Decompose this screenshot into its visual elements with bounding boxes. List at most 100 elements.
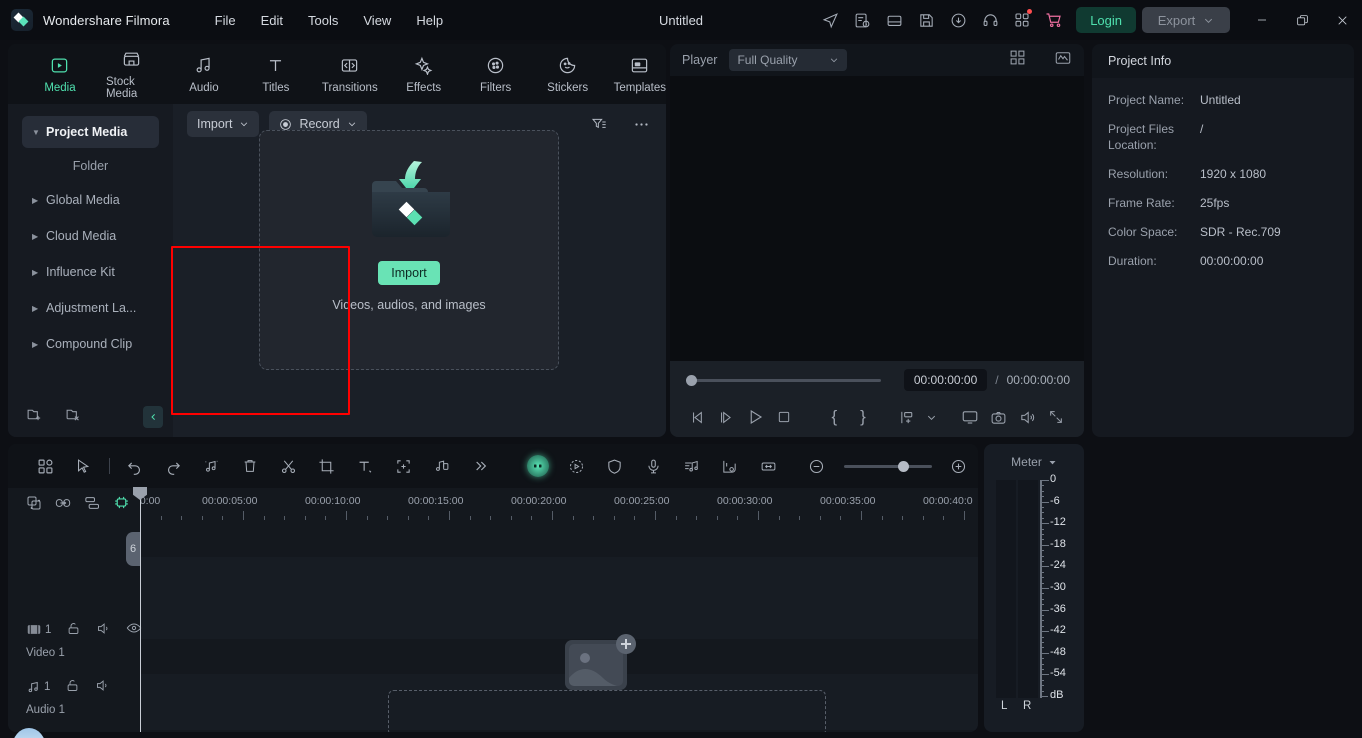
ai-tools-icon[interactable] xyxy=(519,455,557,477)
cloud-download-icon[interactable] xyxy=(942,4,974,36)
prev-frame-icon[interactable] xyxy=(684,409,713,426)
marker-icon[interactable] xyxy=(711,458,749,475)
arrange-icon[interactable] xyxy=(84,495,101,516)
zoom-out-icon[interactable] xyxy=(797,458,835,475)
video-track-lane[interactable] xyxy=(140,557,978,639)
tab-titles[interactable]: Titles xyxy=(250,55,302,94)
zoom-slider-knob[interactable] xyxy=(897,460,909,472)
send-icon[interactable] xyxy=(814,4,846,36)
quality-select[interactable]: Full Quality xyxy=(729,49,848,71)
more-options-icon[interactable] xyxy=(633,116,650,133)
sidebar-item-cloud-media[interactable]: ▶ Cloud Media xyxy=(22,220,159,252)
cart-icon[interactable] xyxy=(1038,4,1070,36)
grid-view-icon[interactable] xyxy=(1009,49,1026,71)
lock-icon[interactable] xyxy=(65,678,80,696)
screen-icon[interactable] xyxy=(956,408,985,426)
timeline-dropzone[interactable] xyxy=(388,690,826,732)
stop-icon[interactable] xyxy=(770,409,799,425)
playhead-badge[interactable]: 6 xyxy=(126,532,140,566)
new-folder-icon[interactable] xyxy=(26,406,43,428)
chevron-down-icon[interactable] xyxy=(922,412,942,423)
info-value: Untitled xyxy=(1200,93,1241,107)
fit-icon[interactable] xyxy=(749,458,787,475)
mute-icon[interactable] xyxy=(95,678,110,696)
headset-icon[interactable] xyxy=(974,4,1006,36)
tab-stickers[interactable]: Stickers xyxy=(542,55,594,94)
next-frame-icon[interactable] xyxy=(713,409,742,426)
sidebar-item-influence-kit[interactable]: ▶ Influence Kit xyxy=(22,256,159,288)
mark-in-icon[interactable]: { xyxy=(820,407,849,427)
menu-item-view[interactable]: View xyxy=(351,8,403,33)
sidebar-item-global-media[interactable]: ▶ Global Media xyxy=(22,184,159,216)
notes-icon[interactable] xyxy=(846,4,878,36)
play-icon[interactable] xyxy=(741,408,770,426)
current-timecode[interactable]: 00:00:00:00 xyxy=(903,369,988,391)
select-tool-icon[interactable] xyxy=(64,458,102,475)
login-button[interactable]: Login xyxy=(1076,7,1136,33)
media-dropzone[interactable]: Import Videos, audios, and images xyxy=(259,130,559,370)
mic-icon[interactable] xyxy=(634,458,672,475)
timeline-canvas[interactable]: Drag and drop media and effects here to … xyxy=(140,522,978,732)
video-preview-stage[interactable] xyxy=(670,76,1084,361)
tab-media[interactable]: Media xyxy=(34,55,86,94)
close-button[interactable] xyxy=(1322,0,1362,40)
timeline-ruler[interactable]: 00:00 00:00:05:00 00:00:10:00 00:00:15:0… xyxy=(134,488,978,522)
camera-icon[interactable] xyxy=(984,409,1013,426)
mark-out-icon[interactable]: } xyxy=(849,407,878,427)
mute-icon[interactable] xyxy=(96,621,111,639)
mix-icon[interactable] xyxy=(422,458,460,475)
fullscreen-icon[interactable] xyxy=(1041,409,1070,425)
export-button[interactable]: Export xyxy=(1142,7,1230,33)
tab-audio[interactable]: Audio xyxy=(178,55,230,94)
grid-icon[interactable] xyxy=(26,458,64,475)
tab-effects[interactable]: Effects xyxy=(398,55,450,94)
sidebar-item-adjustment-layer[interactable]: ▶ Adjustment La... xyxy=(22,292,159,324)
undo-icon[interactable] xyxy=(116,458,154,475)
tab-stock-media[interactable]: Stock Media xyxy=(106,49,158,100)
layout-icon[interactable] xyxy=(878,4,910,36)
audio-detach-icon[interactable] xyxy=(192,458,230,475)
timeline-zoom-slider[interactable] xyxy=(843,460,932,472)
playhead[interactable]: 6 xyxy=(126,487,147,732)
shield-icon[interactable] xyxy=(596,458,634,475)
tab-templates[interactable]: Templates xyxy=(614,55,666,94)
player-scrubber[interactable] xyxy=(686,374,881,386)
apps-grid-icon[interactable] xyxy=(1006,4,1038,36)
menu-item-file[interactable]: File xyxy=(203,8,248,33)
snapshot-to-timeline-icon[interactable] xyxy=(893,409,922,426)
redo-icon[interactable] xyxy=(154,458,192,475)
lock-icon[interactable] xyxy=(66,621,81,639)
sidebar-item-compound-clip[interactable]: ▶ Compound Clip xyxy=(22,328,159,360)
menu-item-edit[interactable]: Edit xyxy=(249,8,295,33)
menu-item-help[interactable]: Help xyxy=(404,8,455,33)
more-icon[interactable] xyxy=(461,458,499,474)
scrubber-knob[interactable] xyxy=(686,374,697,386)
audio-edit-icon[interactable] xyxy=(672,458,710,475)
import-button[interactable]: Import xyxy=(378,261,440,285)
link-icon[interactable] xyxy=(54,495,72,516)
waveform-icon[interactable] xyxy=(1054,49,1072,72)
import-dropdown-button[interactable]: Import xyxy=(187,111,260,137)
auto-reframe-icon[interactable] xyxy=(384,458,422,475)
split-icon[interactable] xyxy=(269,458,307,475)
zoom-in-icon[interactable] xyxy=(940,458,978,475)
record-icon xyxy=(280,118,292,130)
add-track-icon[interactable] xyxy=(26,495,42,516)
save-icon[interactable] xyxy=(910,4,942,36)
collapse-panel-icon[interactable] xyxy=(143,406,163,428)
delete-folder-icon[interactable] xyxy=(65,406,82,428)
text-icon[interactable] xyxy=(346,458,384,475)
filter-icon[interactable] xyxy=(591,116,607,132)
meter-header[interactable]: Meter xyxy=(984,444,1084,480)
tab-transitions[interactable]: Transitions xyxy=(322,55,378,94)
delete-icon[interactable] xyxy=(231,458,269,474)
tab-filters[interactable]: Filters xyxy=(470,55,522,94)
snap-icon[interactable] xyxy=(113,494,130,516)
restore-button[interactable] xyxy=(1282,0,1322,40)
crop-icon[interactable] xyxy=(307,458,345,475)
sidebar-item-project-media[interactable]: ▼ Project Media xyxy=(22,116,159,148)
volume-icon[interactable] xyxy=(1013,409,1042,426)
speed-icon[interactable] xyxy=(557,458,595,475)
minimize-button[interactable] xyxy=(1242,0,1282,40)
menu-item-tools[interactable]: Tools xyxy=(296,8,350,33)
